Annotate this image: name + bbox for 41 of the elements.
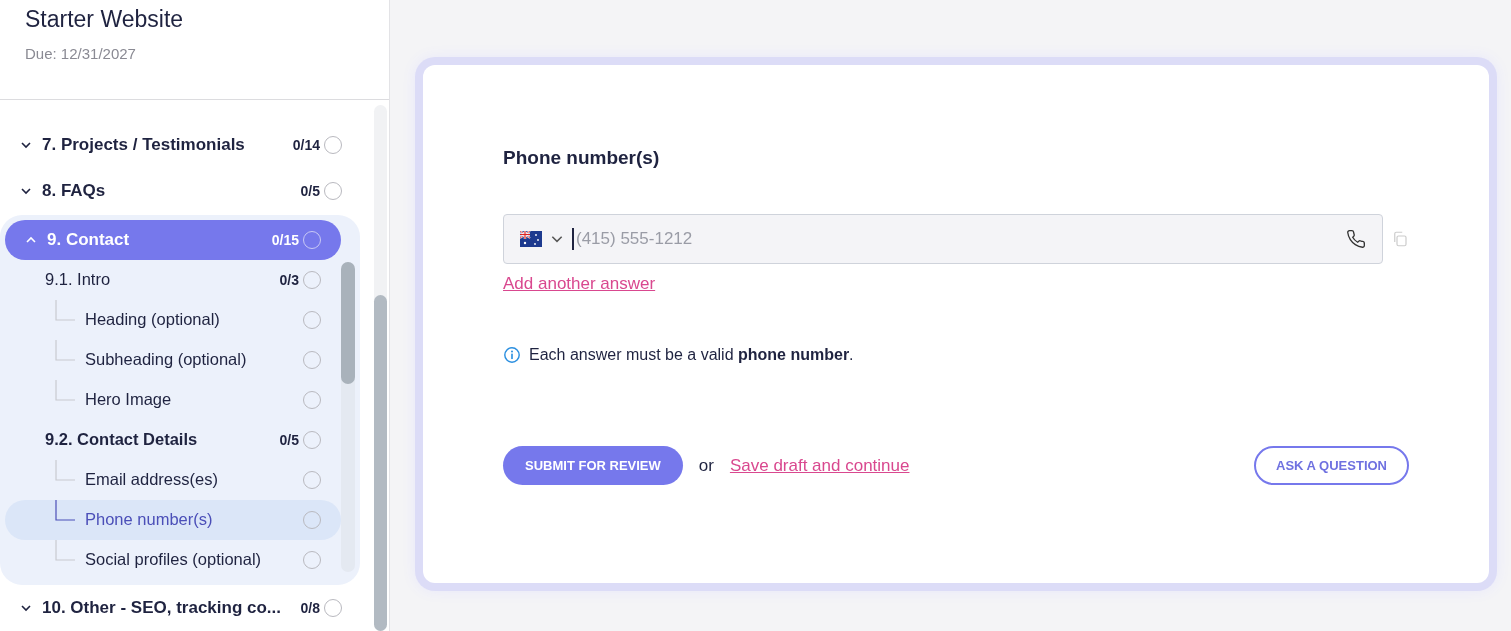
- or-text: or: [698, 455, 714, 476]
- field-item[interactable]: Hero Image: [5, 379, 341, 420]
- scrollbar[interactable]: [374, 105, 387, 631]
- progress-count: 0/15: [271, 231, 299, 248]
- section-item[interactable]: 9. Contact 0/15: [5, 219, 341, 260]
- section-item[interactable]: 7. Projects / Testimonials 0/14: [0, 122, 362, 169]
- due-date: Due: 12/31/2027: [25, 45, 137, 62]
- question-title: Phone number(s): [503, 147, 661, 169]
- info-icon: [503, 346, 521, 364]
- progress-count: 0/5: [300, 183, 320, 200]
- tree-branch: [55, 299, 75, 321]
- subsection-item[interactable]: 9.1. Intro 0/3: [5, 259, 341, 300]
- submit-button[interactable]: SUBMIT FOR REVIEW: [503, 446, 683, 485]
- progress-count: 0/14: [292, 137, 320, 154]
- add-answer-link[interactable]: Add another answer: [503, 274, 656, 293]
- field-item[interactable]: Subheading (optional): [5, 339, 341, 380]
- tree-branch: [55, 499, 75, 521]
- tree-branch: [55, 459, 75, 481]
- field-item[interactable]: Phone number(s): [5, 499, 341, 540]
- phone-icon: [1346, 229, 1366, 249]
- field-item[interactable]: Email address(es): [5, 459, 341, 500]
- field-item[interactable]: Social profiles (optional): [5, 539, 341, 580]
- phone-input[interactable]: (415) 555-1212: [572, 228, 1346, 250]
- ask-question-button[interactable]: ASK A QUESTION: [1254, 446, 1409, 485]
- copy-icon[interactable]: [1391, 230, 1409, 248]
- progress-count: 0/8: [300, 599, 320, 616]
- tree-branch: [55, 379, 75, 401]
- tree-branch: [55, 339, 75, 361]
- progress-count: 0/3: [279, 271, 299, 288]
- validation-hint: Each answer must be a valid phone number.: [529, 346, 854, 364]
- progress-count: 0/5: [279, 431, 299, 448]
- tree-branch: [55, 539, 75, 561]
- field-item[interactable]: Heading (optional): [5, 299, 341, 340]
- section-item[interactable]: 10. Other - SEO, tracking co... 0/8: [0, 584, 362, 631]
- subsection-item[interactable]: 9.2. Contact Details 0/5: [5, 419, 341, 460]
- phone-field[interactable]: (415) 555-1212: [503, 214, 1383, 264]
- save-draft-link[interactable]: Save draft and continue: [729, 455, 910, 476]
- flag-icon: [520, 231, 542, 247]
- scrollbar[interactable]: [341, 261, 355, 572]
- section-item[interactable]: 8. FAQs 0/5: [0, 168, 362, 215]
- project-title: Starter Website: [25, 6, 185, 33]
